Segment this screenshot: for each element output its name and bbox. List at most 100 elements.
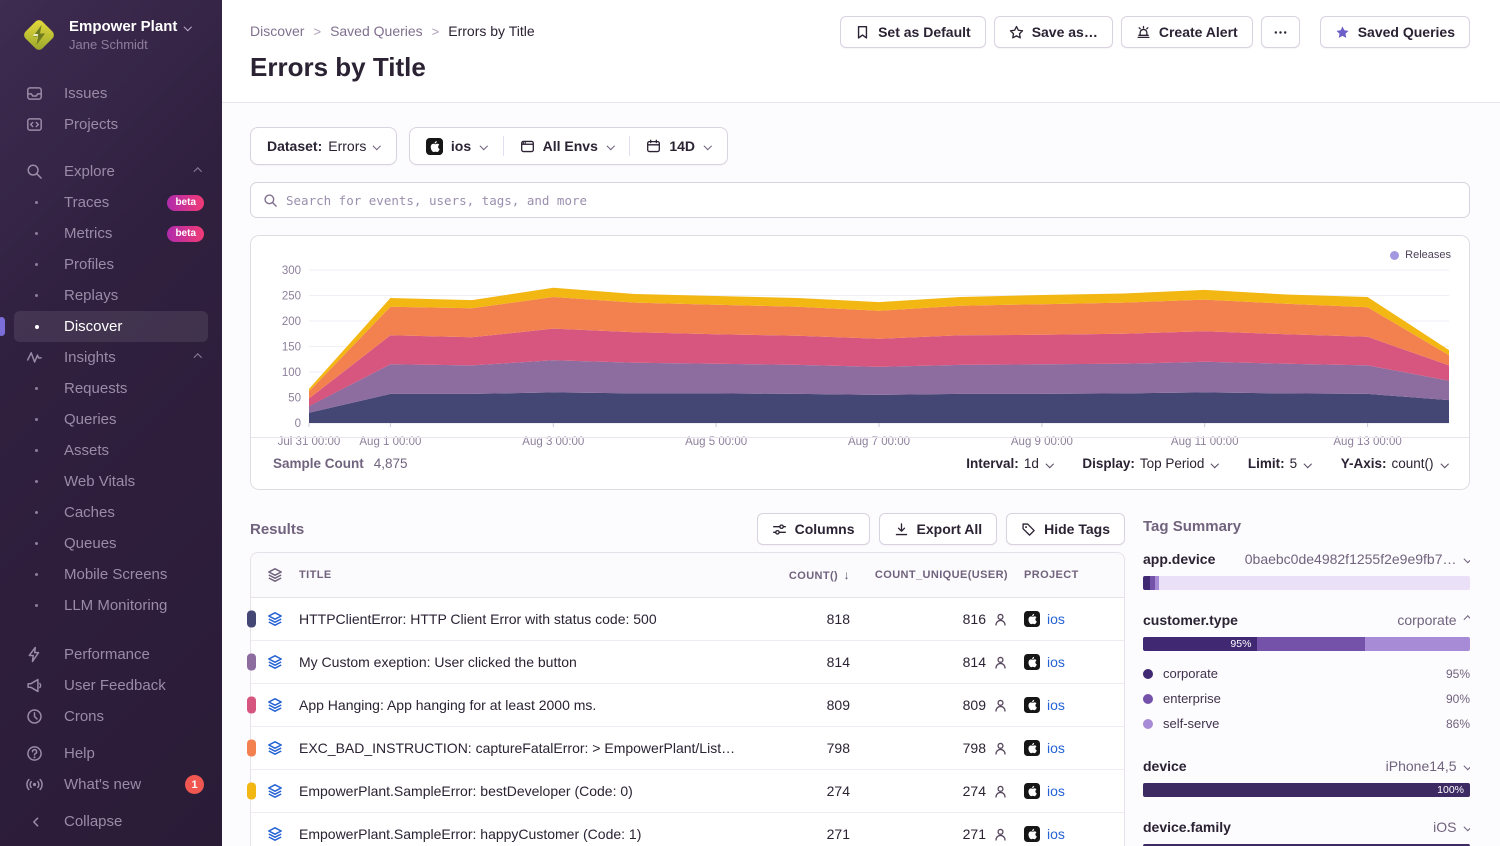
table-row[interactable]: HTTPClientError: HTTP Client Error with … xyxy=(251,598,1124,641)
bullet-icon xyxy=(26,232,64,235)
apple-icon xyxy=(1024,740,1040,756)
app-root: Empower Plant Jane Schmidt IssuesProject… xyxy=(0,0,1500,846)
project-link[interactable]: ios xyxy=(1047,740,1065,756)
error-title[interactable]: HTTPClientError: HTTP Client Error with … xyxy=(299,611,759,627)
yaxis-dropdown[interactable]: Y-Axis:count() xyxy=(1341,456,1447,471)
limit-dropdown[interactable]: Limit:5 xyxy=(1248,456,1311,471)
results-header: Results Columns Export All Hide Tags xyxy=(250,513,1125,545)
error-title[interactable]: App Hanging: App hanging for at least 20… xyxy=(299,697,759,713)
org-header[interactable]: Empower Plant Jane Schmidt xyxy=(0,0,222,64)
interval-dropdown[interactable]: Interval:1d xyxy=(966,456,1052,471)
sidebar-item-queries[interactable]: Queries xyxy=(14,404,208,435)
project-link[interactable]: ios xyxy=(1047,654,1065,670)
apple-icon xyxy=(1024,826,1040,842)
tag-value-row[interactable]: enterprise90% xyxy=(1143,686,1470,711)
sidebar-item-projects[interactable]: Projects xyxy=(14,109,208,140)
sidebar-item-queues[interactable]: Queues xyxy=(14,528,208,559)
tag-summary-title: Tag Summary xyxy=(1143,518,1470,535)
org-name[interactable]: Empower Plant xyxy=(69,18,191,35)
breadcrumb-discover[interactable]: Discover xyxy=(250,23,304,39)
sidebar-item-whats-new[interactable]: What's new1 xyxy=(14,769,208,800)
sidebar-item-llm-monitoring[interactable]: LLM Monitoring xyxy=(14,590,208,621)
tag-section-header[interactable]: device.familyiOS xyxy=(1143,819,1470,835)
tag-value-row[interactable]: corporate95% xyxy=(1143,661,1470,686)
project-link[interactable]: ios xyxy=(1047,783,1065,799)
column-count-unique[interactable]: COUNT_UNIQUE(USER) xyxy=(864,569,1024,581)
save-as-button[interactable]: Save as… xyxy=(994,16,1113,48)
notification-badge: 1 xyxy=(185,775,204,794)
toolbar: Set as Default Save as… Create Alert Sav… xyxy=(840,16,1470,48)
columns-button[interactable]: Columns xyxy=(757,513,870,545)
page-filter-group: ios All Envs 14D xyxy=(409,127,728,165)
sidebar-item-profiles[interactable]: Profiles xyxy=(14,249,208,280)
environment-filter[interactable]: All Envs xyxy=(504,128,630,164)
project-link[interactable]: ios xyxy=(1047,697,1065,713)
column-count[interactable]: COUNT() ↓ xyxy=(759,568,864,582)
sidebar-item-label: Queues xyxy=(64,535,208,552)
sidebar-item-replays[interactable]: Replays xyxy=(14,280,208,311)
sidebar-item-help[interactable]: Help xyxy=(14,738,208,769)
sidebar-item-user-feedback[interactable]: User Feedback xyxy=(14,670,208,701)
tag-section-header[interactable]: customer.typecorporate xyxy=(1143,612,1470,628)
sidebar-item-insights[interactable]: Insights xyxy=(14,342,208,373)
error-title[interactable]: EXC_BAD_INSTRUCTION: captureFatalError: … xyxy=(299,740,759,756)
sidebar-item-assets[interactable]: Assets xyxy=(14,435,208,466)
table-row[interactable]: EmpowerPlant.SampleError: happyCustomer … xyxy=(251,813,1124,846)
tag-top-value: corporate xyxy=(1397,612,1456,628)
sidebar-item-traces[interactable]: Tracesbeta xyxy=(14,187,208,218)
tag-value-row[interactable]: self-serve86% xyxy=(1143,711,1470,736)
error-title[interactable]: My Custom exeption: User clicked the but… xyxy=(299,654,759,670)
sidebar-item-label: Profiles xyxy=(64,256,208,273)
calendar-icon xyxy=(646,139,661,154)
chevron-down-icon xyxy=(1463,762,1470,770)
display-dropdown[interactable]: Display:Top Period xyxy=(1082,456,1218,471)
column-title[interactable]: TITLE xyxy=(299,569,759,581)
table-row[interactable]: My Custom exeption: User clicked the but… xyxy=(251,641,1124,684)
tag-section-header[interactable]: app.device0baebc0de4982f1255f2e9e9fb7… xyxy=(1143,551,1470,567)
table-row[interactable]: App Hanging: App hanging for at least 20… xyxy=(251,684,1124,727)
table-row[interactable]: EmpowerPlant.SampleError: bestDeveloper … xyxy=(251,770,1124,813)
create-alert-button[interactable]: Create Alert xyxy=(1121,16,1253,48)
stacked-area-chart[interactable]: 050100150200250300Jul 31 00:00Aug 1 00:0… xyxy=(261,258,1457,458)
count-unique-value: 271 xyxy=(864,826,1024,842)
set-as-default-button[interactable]: Set as Default xyxy=(840,16,986,48)
sidebar-item-mobile-screens[interactable]: Mobile Screens xyxy=(14,559,208,590)
sidebar-item-crons[interactable]: Crons xyxy=(14,701,208,732)
tag-distribution-bar[interactable] xyxy=(1143,576,1470,590)
sidebar-item-requests[interactable]: Requests xyxy=(14,373,208,404)
project-link[interactable]: ios xyxy=(1047,611,1065,627)
tag-distribution-bar[interactable]: 95% xyxy=(1143,637,1470,651)
sidebar-item-caches[interactable]: Caches xyxy=(14,497,208,528)
hide-tags-button[interactable]: Hide Tags xyxy=(1006,513,1125,545)
tag-section-header[interactable]: deviceiPhone14,5 xyxy=(1143,758,1470,774)
dataset-selector[interactable]: Dataset: Errors xyxy=(250,127,397,165)
tag-distribution-bar[interactable]: 100% xyxy=(1143,783,1470,797)
tag-value-dot xyxy=(1143,719,1153,729)
breadcrumb-saved-queries[interactable]: Saved Queries xyxy=(330,23,423,39)
sidebar-item-web-vitals[interactable]: Web Vitals xyxy=(14,466,208,497)
project-filter[interactable]: ios xyxy=(410,128,503,164)
more-options-button[interactable] xyxy=(1261,16,1300,48)
crons-icon xyxy=(26,708,64,725)
sidebar-item-performance[interactable]: Performance xyxy=(14,639,208,670)
sidebar-item-issues[interactable]: Issues xyxy=(14,78,208,109)
error-title[interactable]: EmpowerPlant.SampleError: happyCustomer … xyxy=(299,826,759,842)
table-row[interactable]: EXC_BAD_INSTRUCTION: captureFatalError: … xyxy=(251,727,1124,770)
series-color-chip xyxy=(247,783,256,800)
search-input[interactable] xyxy=(286,193,1457,208)
user-icon xyxy=(993,827,1008,842)
error-title[interactable]: EmpowerPlant.SampleError: bestDeveloper … xyxy=(299,783,759,799)
chevron-down-icon xyxy=(1211,460,1219,468)
sidebar-item-discover[interactable]: Discover xyxy=(14,311,208,342)
column-project[interactable]: PROJECT xyxy=(1024,569,1124,581)
bullet-icon xyxy=(26,511,64,514)
date-range-filter[interactable]: 14D xyxy=(630,128,726,164)
sidebar-item-metrics[interactable]: Metricsbeta xyxy=(14,218,208,249)
export-all-button[interactable]: Export All xyxy=(879,513,998,545)
project-link[interactable]: ios xyxy=(1047,826,1065,842)
saved-queries-button[interactable]: Saved Queries xyxy=(1320,16,1470,48)
sidebar-item-label: Replays xyxy=(64,287,208,304)
sidebar-item-collapse[interactable]: Collapse xyxy=(14,806,208,837)
sidebar-item-label: Traces xyxy=(64,194,167,211)
sidebar-item-explore[interactable]: Explore xyxy=(14,156,208,187)
